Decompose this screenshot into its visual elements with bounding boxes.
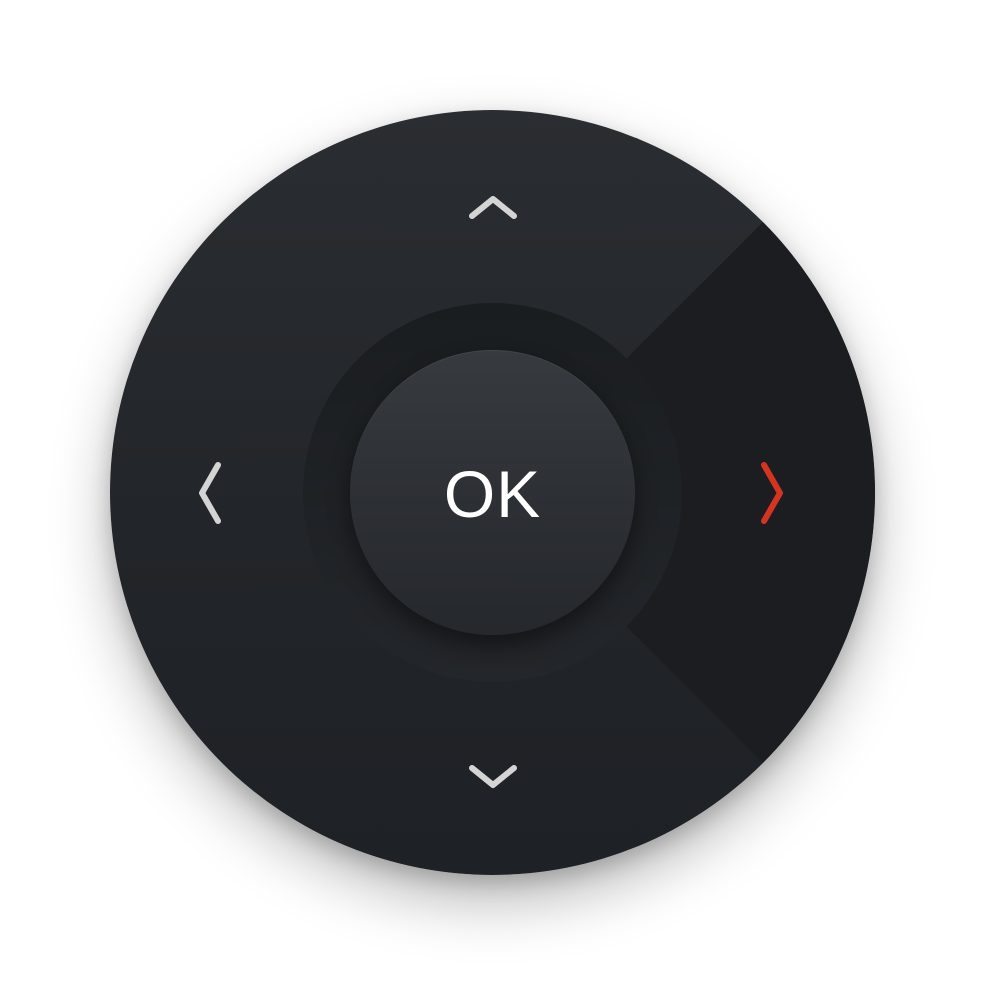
right-button[interactable]: [742, 458, 812, 528]
ok-button[interactable]: OK: [350, 350, 635, 635]
chevron-right-icon: [761, 462, 783, 524]
chevron-down-icon: [469, 765, 517, 788]
up-button[interactable]: [458, 172, 528, 242]
chevron-left-icon: [199, 462, 221, 524]
down-button[interactable]: [458, 742, 528, 812]
left-button[interactable]: [175, 458, 245, 528]
stage: OK: [0, 0, 985, 985]
ok-label: OK: [443, 456, 542, 531]
chevron-up-icon: [469, 196, 517, 219]
dpad-remote: OK: [110, 110, 875, 875]
